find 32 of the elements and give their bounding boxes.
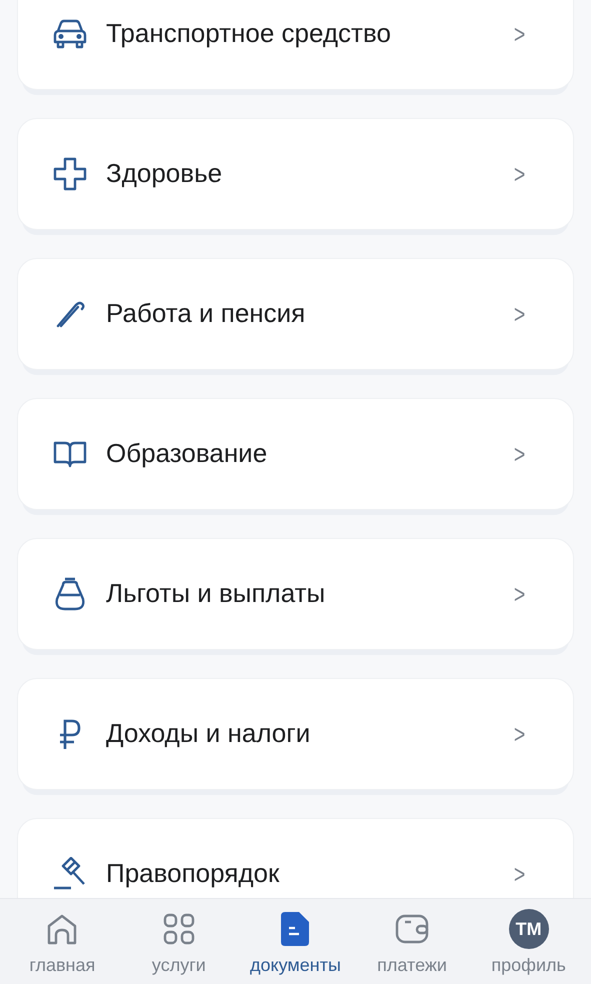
category-card[interactable]: Правопорядок > [17, 818, 574, 898]
car-icon [53, 19, 87, 49]
chevron-icon: > [514, 858, 526, 890]
category-label: Льготы и выплаты [106, 579, 326, 609]
medical-cross-icon [53, 157, 87, 191]
category-label: Образование [106, 439, 268, 469]
chevron-icon: > [514, 158, 526, 190]
category-label: Транспортное средство [106, 19, 392, 49]
category-label: Работа и пенсия [106, 299, 306, 329]
profile-avatar: ТМ [508, 909, 549, 949]
nav-tab[interactable]: ТМ профиль [470, 909, 587, 984]
chevron-icon: > [514, 438, 526, 470]
nav-tab[interactable]: главная [4, 909, 121, 984]
document-icon [281, 912, 310, 946]
category-label: Здоровье [106, 159, 224, 189]
chevron-icon: > [514, 298, 526, 330]
gavel-icon [53, 857, 87, 891]
category-label: Доходы и налоги [106, 719, 312, 749]
chevron-icon: > [514, 578, 526, 610]
cane-icon [55, 299, 85, 329]
nav-tab[interactable]: платежи [354, 909, 470, 984]
purse-icon [53, 577, 87, 611]
nav-tab[interactable]: документы [237, 909, 354, 984]
ruble-icon [58, 718, 82, 750]
grid-icon [162, 913, 195, 945]
wallet-icon [395, 913, 430, 945]
nav-tab[interactable]: услуги [120, 909, 238, 984]
chevron-icon: > [514, 18, 526, 50]
category-label: Правопорядок [106, 859, 280, 889]
open-book-icon [53, 440, 87, 468]
home-icon [46, 913, 78, 945]
chevron-icon: > [514, 718, 526, 750]
